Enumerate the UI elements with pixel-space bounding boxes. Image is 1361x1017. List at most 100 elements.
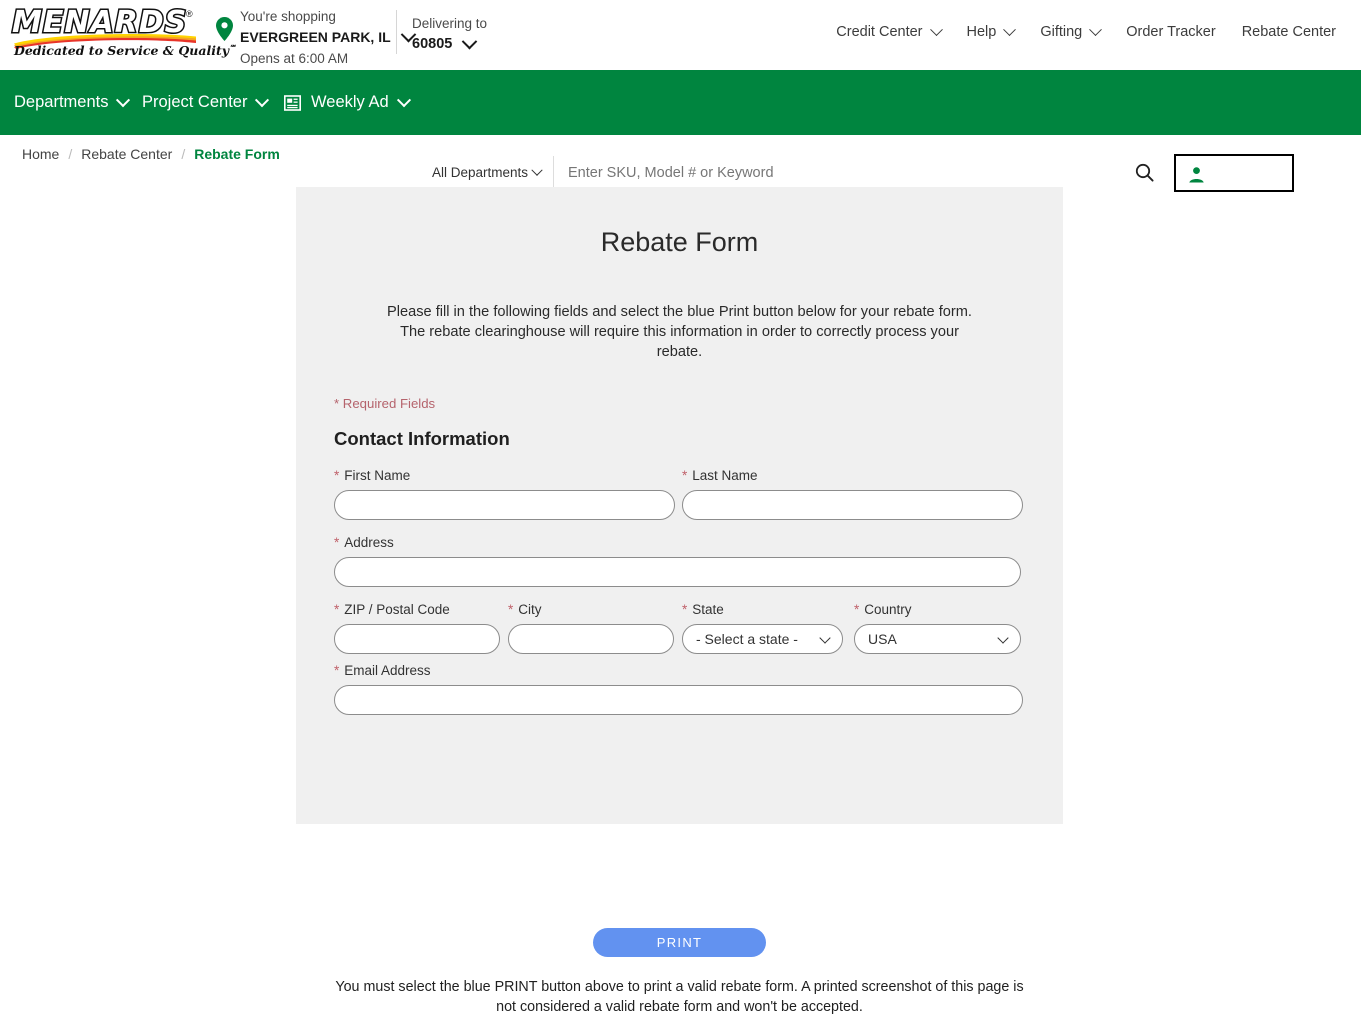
cart-label: Cart [1318, 163, 1344, 177]
state-select[interactable]: - Select a state - [682, 624, 843, 654]
chevron-down-icon[interactable] [531, 164, 543, 176]
page-title: Rebate Form [600, 227, 759, 257]
delivery-zip-selector[interactable]: Delivering to 60805 [412, 13, 487, 55]
search-button[interactable] [1122, 156, 1166, 189]
logo-registered-mark: ® [186, 9, 193, 19]
header-divider [396, 10, 397, 54]
label-address: * Address [334, 535, 394, 550]
nav-item-departments[interactable]: Departments [14, 92, 131, 112]
field-email: * Email Address [334, 663, 1023, 715]
country-select[interactable]: USA [854, 624, 1021, 654]
label-first-name: * First Name [334, 468, 411, 483]
required-asterisk: * [334, 663, 340, 678]
section-title-contact-information: Contact Information [334, 428, 510, 449]
topnav-label: Credit Center [836, 24, 923, 40]
required-asterisk: * [334, 602, 340, 617]
address-input[interactable] [334, 557, 1021, 587]
chevron-down-icon[interactable] [1089, 22, 1103, 36]
top-header-bar: MENARDS ® Dedicated to Service & Quality… [0, 0, 1361, 70]
topnav-item-help[interactable]: Help [954, 22, 1028, 40]
field-last-name: * Last Name [682, 468, 1023, 520]
nav-item-project-center[interactable]: Project Center [142, 92, 270, 112]
sign-in-button[interactable]: Sign In [1174, 154, 1294, 192]
city-input[interactable] [508, 624, 674, 654]
topnav-label: Help [966, 24, 997, 40]
label-country: * Country [854, 602, 912, 617]
location-pin-icon [216, 17, 233, 41]
intro-text: Please fill in the following fields and … [387, 304, 972, 360]
last-name-input[interactable] [682, 490, 1023, 520]
rebate-form-panel: Rebate Form Please fill in the following… [296, 187, 1063, 1015]
print-row: PRINT You must select the blue PRINT but… [296, 928, 1063, 1017]
breadcrumb-separator: / [181, 145, 186, 162]
required-asterisk: * [334, 468, 340, 483]
search-icon [1135, 163, 1154, 182]
newspaper-icon [284, 94, 301, 111]
breadcrumb-separator: / [68, 145, 73, 162]
nav-label: Weekly Ad [311, 93, 389, 111]
topnav-item-order-tracker[interactable]: Order Tracker [1113, 24, 1228, 40]
store-shopping-label: You're shopping [240, 9, 336, 24]
delivery-zip-value: 60805 [412, 36, 453, 52]
nav-item-weekly-ad[interactable]: Weekly Ad [284, 92, 411, 112]
chevron-down-icon[interactable] [1003, 22, 1017, 36]
field-state: * State - Select a state - [682, 602, 843, 654]
label-zip: * ZIP / Postal Code [334, 602, 450, 617]
topnav-label: Gifting [1040, 24, 1083, 40]
delivery-zip: 60805 [412, 33, 487, 55]
required-fields-note: * Required Fields [334, 396, 436, 411]
chevron-down-icon[interactable] [462, 33, 478, 50]
topnav-item-rebate-center[interactable]: Rebate Center [1229, 24, 1349, 40]
label-city: * City [508, 602, 542, 617]
department-select[interactable]: All Departments [418, 156, 554, 189]
chevron-down-icon[interactable] [1268, 163, 1282, 177]
logo-tagline: Dedicated to Service & Quality℠ [14, 43, 237, 59]
required-asterisk: * [682, 468, 688, 483]
field-address: * Address [334, 535, 1021, 587]
chevron-down-icon[interactable] [255, 92, 270, 107]
delivering-to-label: Delivering to [412, 16, 488, 31]
menards-logo[interactable]: MENARDS ® Dedicated to Service & Quality… [8, 5, 236, 59]
store-name-label: EVERGREEN PARK, IL [240, 29, 391, 45]
required-asterisk: * [334, 535, 340, 550]
utility-nav: Credit Center Help Gifting Order Tracker… [823, 22, 1349, 40]
label-last-name: * Last Name [682, 468, 758, 483]
label-state: * State [682, 602, 724, 617]
field-first-name: * First Name [334, 468, 675, 520]
first-name-input[interactable] [334, 490, 675, 520]
user-circle-icon [1185, 162, 1208, 184]
field-city: * City [508, 602, 674, 654]
main-nav-bar: Departments Project Center Weekly Ad All… [0, 70, 1361, 192]
required-asterisk: * [854, 602, 860, 617]
breadcrumb-item-rebate-center[interactable]: Rebate Center [81, 146, 172, 162]
topnav-label: Order Tracker [1126, 24, 1216, 40]
nav-label: Departments [14, 93, 109, 111]
search-bar: All Departments [418, 155, 1166, 190]
department-select-value: All Departments [432, 165, 529, 180]
field-zip: * ZIP / Postal Code [334, 602, 500, 654]
disclaimer-text: You must select the blue PRINT button ab… [335, 979, 1024, 1015]
topnav-label: Rebate Center [1241, 24, 1336, 40]
store-selector[interactable]: You're shopping EVERGREEN PARK, IL Opens… [216, 6, 416, 69]
logo-wordmark: MENARDS [10, 5, 188, 40]
cart-button[interactable]: Cart [1303, 154, 1349, 194]
field-country: * Country USA [854, 602, 1021, 654]
breadcrumb-item-rebate-form: Rebate Form [194, 145, 280, 162]
email-input[interactable] [334, 685, 1023, 715]
store-name: EVERGREEN PARK, IL [240, 26, 416, 48]
required-asterisk: * [508, 602, 514, 617]
label-email: * Email Address [334, 663, 431, 678]
store-hours: Opens at 6:00 AM [240, 51, 349, 66]
nav-label: Project Center [142, 93, 248, 111]
chevron-down-icon[interactable] [396, 92, 411, 107]
sign-in-label: Sign In [1216, 164, 1263, 182]
topnav-item-gifting[interactable]: Gifting [1027, 22, 1113, 40]
breadcrumb-item-home[interactable]: Home [22, 146, 59, 162]
search-input[interactable] [554, 156, 1122, 189]
chevron-down-icon[interactable] [116, 92, 131, 107]
zip-input[interactable] [334, 624, 500, 654]
print-button[interactable]: PRINT [593, 928, 766, 957]
required-asterisk: * [682, 602, 688, 617]
chevron-down-icon[interactable] [929, 22, 943, 36]
topnav-item-credit-center[interactable]: Credit Center [823, 22, 953, 40]
